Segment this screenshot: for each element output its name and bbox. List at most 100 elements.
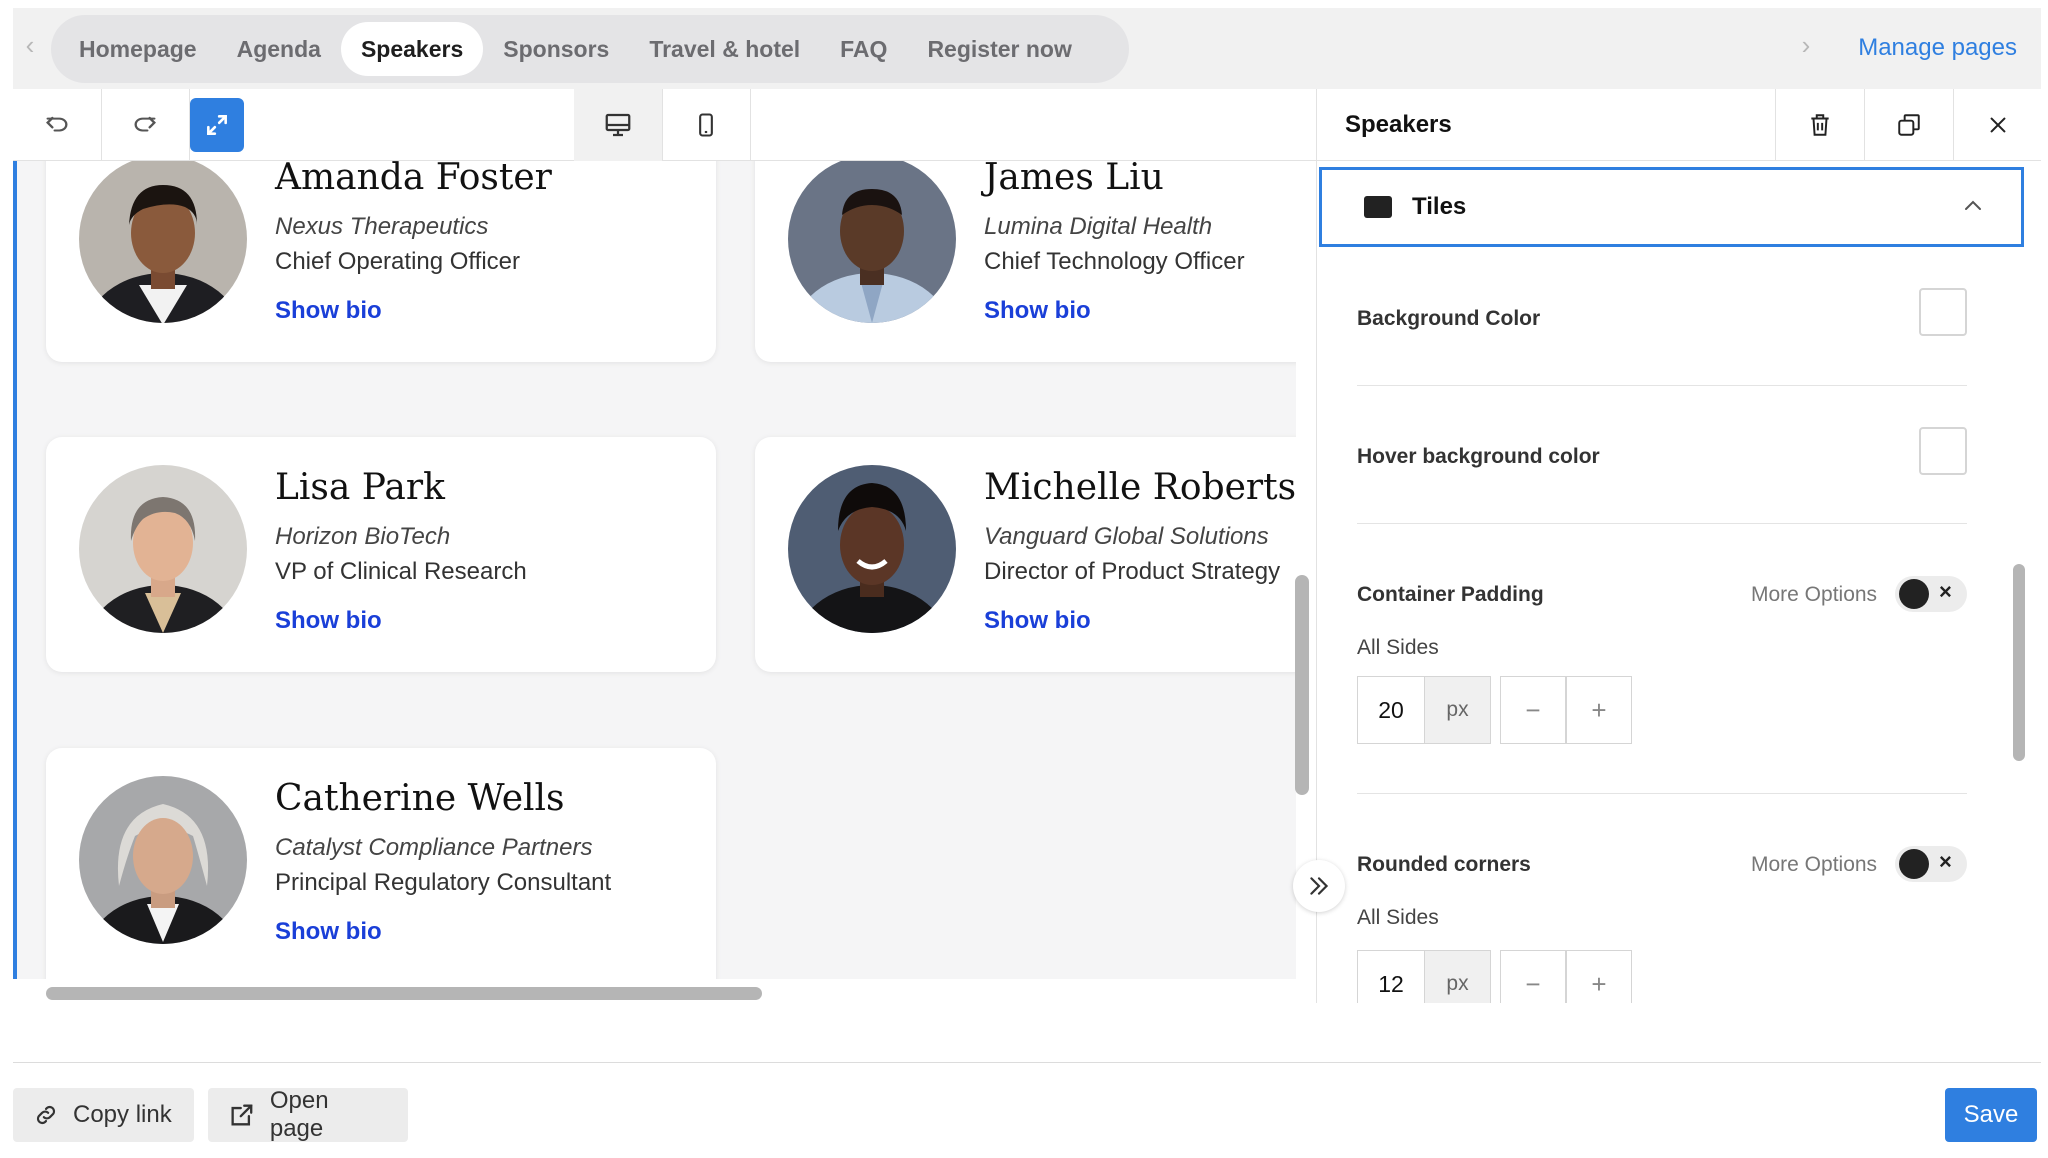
speaker-card[interactable]: Lisa Park Horizon BioTech VP of Clinical…: [46, 437, 716, 672]
tab-register-now[interactable]: Register now: [907, 22, 1091, 76]
speaker-card[interactable]: Michelle Roberts Vanguard Global Solutio…: [755, 437, 1296, 672]
speaker-role: Chief Technology Officer: [984, 248, 1245, 275]
speaker-name: Michelle Roberts: [984, 467, 1296, 508]
desktop-icon: [605, 113, 631, 137]
collapse-panel-button[interactable]: [1293, 860, 1345, 912]
page-canvas: Amanda Foster Nexus Therapeutics Chief O…: [13, 161, 1296, 979]
page-tabs: Homepage Agenda Speakers Sponsors Travel…: [51, 15, 1129, 83]
show-bio-link[interactable]: Show bio: [275, 297, 382, 325]
speaker-company: Lumina Digital Health: [984, 213, 1213, 240]
rounded-corners-label: Rounded corners: [1357, 853, 1531, 876]
speaker-photo: [79, 776, 247, 944]
redo-icon: [134, 116, 156, 132]
tiles-icon: [1364, 196, 1392, 218]
corners-decrement-button[interactable]: −: [1500, 950, 1566, 1003]
corners-unit: px: [1425, 950, 1491, 1003]
speaker-card[interactable]: Amanda Foster Nexus Therapeutics Chief O…: [46, 161, 716, 362]
padding-value-input[interactable]: 20: [1357, 676, 1425, 744]
speaker-name: Amanda Foster: [275, 161, 552, 198]
desktop-view-button[interactable]: [574, 89, 662, 161]
manage-pages-link[interactable]: Manage pages: [1858, 34, 2017, 62]
speaker-name: Catherine Wells: [275, 778, 565, 819]
link-icon: [36, 1105, 56, 1125]
speaker-card[interactable]: Catherine Wells Catalyst Compliance Part…: [46, 748, 716, 979]
page-builder: ‹ Homepage Agenda Speakers Sponsors Trav…: [0, 0, 2048, 1158]
padding-more-options-toggle[interactable]: ×: [1895, 576, 1967, 612]
padding-decrement-button[interactable]: −: [1500, 676, 1566, 744]
editor-toolbar: [13, 89, 1323, 161]
save-button[interactable]: Save: [1945, 1088, 2037, 1142]
speaker-company: Vanguard Global Solutions: [984, 523, 1269, 550]
hover-background-swatch[interactable]: [1919, 427, 1967, 475]
speaker-role: VP of Clinical Research: [275, 558, 527, 585]
more-options-label: More Options: [1751, 853, 1878, 876]
canvas-vertical-scrollbar[interactable]: [1295, 575, 1309, 795]
settings-panel: Speakers Tiles Background Color Hover ba…: [1316, 89, 2041, 1003]
close-panel-button[interactable]: [1953, 89, 2041, 161]
corners-value-input[interactable]: 12: [1357, 950, 1425, 1003]
chevron-left-icon[interactable]: ‹: [15, 30, 45, 61]
show-bio-link[interactable]: Show bio: [984, 607, 1091, 635]
footer-divider: [13, 1062, 2041, 1063]
speaker-photo: [79, 161, 247, 323]
chevron-up-icon: [1965, 200, 1981, 210]
padding-unit: px: [1425, 676, 1491, 744]
show-bio-link[interactable]: Show bio: [275, 607, 382, 635]
speaker-photo: [788, 161, 956, 323]
open-page-label: Open page: [269, 1087, 329, 1142]
all-sides-label: All Sides: [1357, 636, 1439, 659]
tab-faq[interactable]: FAQ: [820, 22, 907, 76]
speaker-photo: [788, 465, 956, 633]
speaker-photo: [79, 465, 247, 633]
redo-button[interactable]: [101, 89, 189, 161]
speaker-company: Nexus Therapeutics: [275, 213, 489, 240]
speaker-name: James Liu: [984, 161, 1164, 198]
canvas-horizontal-scrollbar[interactable]: [46, 987, 762, 1000]
open-page-button[interactable]: Open page: [208, 1087, 408, 1142]
undo-icon: [46, 116, 68, 132]
speaker-role: Director of Product Strategy: [984, 558, 1281, 585]
page-tabs-bar: ‹ Homepage Agenda Speakers Sponsors Trav…: [13, 8, 2041, 89]
all-sides-label: All Sides: [1357, 906, 1439, 929]
tab-travel-hotel[interactable]: Travel & hotel: [629, 22, 820, 76]
speaker-name: Lisa Park: [275, 467, 445, 508]
delete-button[interactable]: [1775, 89, 1864, 161]
copy-link-button[interactable]: Copy link: [13, 1088, 194, 1142]
tab-speakers[interactable]: Speakers: [340, 22, 484, 76]
duplicate-button[interactable]: [1864, 89, 1953, 161]
hover-background-label: Hover background color: [1357, 445, 1600, 468]
tiles-section-header[interactable]: Tiles: [1319, 167, 2024, 247]
undo-button[interactable]: [13, 89, 101, 161]
trash-icon: [1811, 114, 1829, 136]
speaker-role: Principal Regulatory Consultant: [275, 869, 612, 896]
double-chevron-right-icon: [1310, 877, 1329, 895]
corners-increment-button[interactable]: +: [1566, 950, 1632, 1003]
panel-title: Speakers: [1345, 111, 1452, 138]
tab-agenda[interactable]: Agenda: [217, 22, 341, 76]
tab-homepage[interactable]: Homepage: [59, 22, 217, 76]
panel-scrollbar[interactable]: [2013, 564, 2025, 761]
show-bio-link[interactable]: Show bio: [275, 918, 382, 946]
container-padding-label: Container Padding: [1357, 583, 1544, 606]
chevron-right-icon[interactable]: ›: [1791, 30, 1821, 61]
more-options-label: More Options: [1751, 583, 1878, 606]
background-color-label: Background Color: [1357, 307, 1541, 330]
show-bio-link[interactable]: Show bio: [984, 297, 1091, 325]
section-label: Tiles: [1412, 193, 1467, 220]
mobile-icon: [699, 113, 713, 137]
copy-icon: [1898, 114, 1920, 136]
mobile-view-button[interactable]: [662, 89, 750, 161]
speaker-card[interactable]: James Liu Lumina Digital Health Chief Te…: [755, 161, 1296, 362]
close-icon: [1990, 117, 2006, 133]
external-link-icon: [231, 1104, 253, 1126]
padding-increment-button[interactable]: +: [1566, 676, 1632, 744]
speaker-company: Catalyst Compliance Partners: [275, 834, 593, 861]
tab-sponsors[interactable]: Sponsors: [483, 22, 629, 76]
speaker-company: Horizon BioTech: [275, 523, 451, 550]
fullscreen-button[interactable]: [190, 98, 244, 152]
background-color-swatch[interactable]: [1919, 288, 1967, 336]
copy-link-label: Copy link: [73, 1101, 172, 1128]
panel-header: Speakers: [1317, 89, 2041, 161]
expand-icon: [207, 115, 227, 135]
corners-more-options-toggle[interactable]: ×: [1895, 846, 1967, 882]
